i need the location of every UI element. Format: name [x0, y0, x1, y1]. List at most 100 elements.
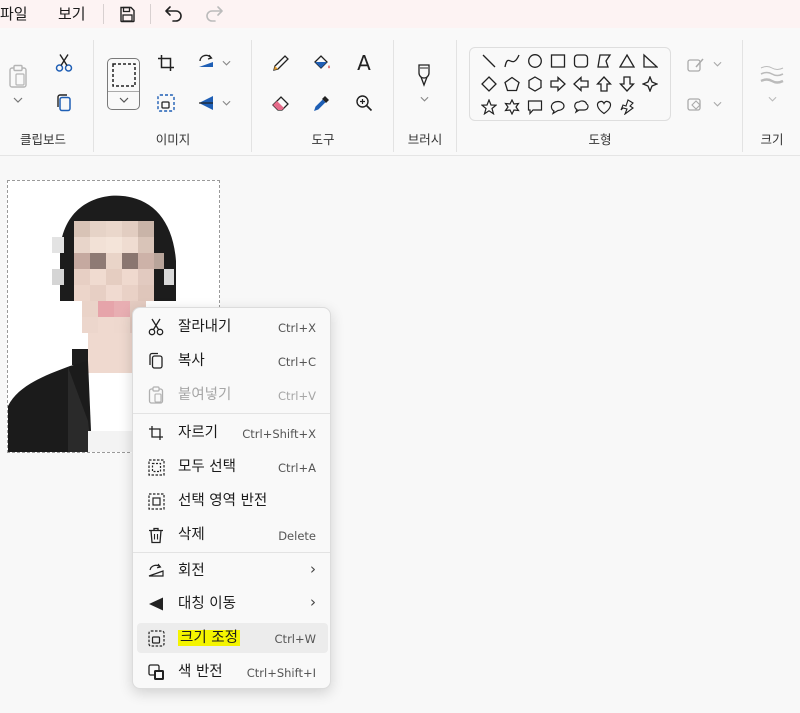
menu-item-shortcut: Ctrl+Shift+I [246, 666, 316, 680]
ribbon-separator [393, 40, 394, 152]
cloud-callout-shape-icon[interactable] [572, 98, 590, 116]
group-label-size: 크기 [760, 132, 784, 147]
lightning-shape-icon[interactable] [618, 98, 636, 116]
menu-item-cut[interactable]: 잘라내기 Ctrl+X [137, 312, 328, 342]
right-arrow-shape-icon[interactable] [549, 75, 567, 93]
chevron-down-icon[interactable] [219, 58, 233, 68]
ribbon: 클립보드 이미지 A 도구 브러시 도형 크기 [0, 28, 800, 156]
diamond-shape-icon[interactable] [480, 75, 498, 93]
crop-icon[interactable] [155, 52, 177, 74]
menu-item-label: 자르기 [178, 425, 219, 441]
menu-item-delete[interactable]: 삭제 Delete [137, 520, 328, 550]
chevron-down-icon[interactable] [710, 59, 724, 69]
pencil-icon[interactable] [270, 52, 292, 74]
scissors-icon [147, 318, 165, 336]
redo-icon[interactable] [203, 3, 225, 25]
six-point-star-shape-icon[interactable] [503, 98, 521, 116]
submenu-arrow-icon: › [310, 560, 316, 578]
triangle-shape-icon[interactable] [618, 52, 636, 70]
menu-item-crop[interactable]: 자르기 Ctrl+Shift+X [137, 418, 328, 448]
menu-file[interactable]: 파일 [0, 3, 28, 25]
chevron-down-icon[interactable] [219, 98, 233, 108]
menu-item-label: 대칭 이동 [178, 596, 236, 612]
menu-item-shortcut: Delete [278, 529, 316, 543]
menu-item-rotate[interactable]: 회전 › [137, 556, 328, 586]
magnifier-icon[interactable] [353, 92, 375, 114]
select-button[interactable] [107, 58, 140, 110]
rect-callout-shape-icon[interactable] [526, 98, 544, 116]
resize-icon [147, 629, 165, 647]
stroke-size-icon[interactable] [759, 64, 785, 86]
oval-shape-icon[interactable] [526, 52, 544, 70]
menu-item-label: 색 반전 [178, 664, 223, 680]
menu-item-label: 붙여넣기 [178, 387, 232, 403]
menu-item-flip[interactable]: 대칭 이동 › [137, 589, 328, 619]
menu-item-shortcut: Ctrl+Shift+X [242, 427, 316, 441]
heart-shape-icon[interactable] [595, 98, 613, 116]
curve-shape-icon[interactable] [503, 52, 521, 70]
crop-icon [147, 424, 165, 442]
five-point-star-shape-icon[interactable] [480, 98, 498, 116]
right-triangle-shape-icon[interactable] [641, 52, 659, 70]
outline-icon[interactable] [686, 55, 706, 75]
flip-icon [147, 595, 165, 613]
brush-icon[interactable] [413, 62, 435, 88]
paste-icon[interactable] [6, 61, 30, 91]
ribbon-separator [742, 40, 743, 152]
group-label-image: 이미지 [155, 132, 191, 147]
submenu-arrow-icon: › [310, 593, 316, 611]
context-menu: 잘라내기 Ctrl+X 복사 Ctrl+C 붙여넣기 Ctrl+V 자르기 Ct… [132, 307, 331, 689]
fill-icon[interactable] [686, 94, 706, 114]
color-picker-icon[interactable] [311, 92, 333, 114]
menu-separator [133, 413, 330, 414]
menu-item-select-all[interactable]: 모두 선택 Ctrl+A [137, 452, 328, 482]
shapes-gallery [469, 47, 671, 121]
pentagon-shape-icon[interactable] [503, 75, 521, 93]
menu-separator [103, 4, 104, 24]
down-arrow-shape-icon[interactable] [618, 75, 636, 93]
text-icon[interactable]: A [353, 51, 375, 75]
resize-icon[interactable] [155, 92, 177, 114]
menu-item-copy[interactable]: 복사 Ctrl+C [137, 346, 328, 376]
rounded-rectangle-shape-icon[interactable] [572, 52, 590, 70]
flip-icon[interactable] [195, 92, 217, 114]
oval-callout-shape-icon[interactable] [549, 98, 567, 116]
menu-separator [150, 4, 151, 24]
up-arrow-shape-icon[interactable] [595, 75, 613, 93]
chevron-down-icon[interactable] [10, 94, 26, 106]
left-arrow-shape-icon[interactable] [572, 75, 590, 93]
menu-view[interactable]: 보기 [58, 3, 86, 25]
hexagon-shape-icon[interactable] [526, 75, 544, 93]
menu-item-label: 잘라내기 [178, 319, 232, 335]
save-icon[interactable] [116, 3, 138, 25]
group-label-brush: 브러시 [407, 132, 443, 147]
cut-icon[interactable] [53, 52, 75, 74]
rectangle-shape-icon[interactable] [549, 52, 567, 70]
four-point-star-shape-icon[interactable] [641, 75, 659, 93]
invert-colors-icon [147, 663, 165, 681]
menu-item-shortcut: Ctrl+V [278, 389, 316, 403]
rotate-icon[interactable] [195, 52, 217, 74]
menu-item-invert-colors[interactable]: 색 반전 Ctrl+Shift+I [137, 657, 328, 687]
fill-bucket-icon[interactable] [311, 52, 333, 74]
menu-item-paste[interactable]: 붙여넣기 Ctrl+V [137, 380, 328, 410]
ribbon-separator [456, 40, 457, 152]
chevron-down-icon[interactable] [417, 94, 431, 104]
select-all-icon [147, 458, 165, 476]
undo-icon[interactable] [163, 3, 185, 25]
chevron-down-icon[interactable] [765, 94, 779, 104]
trash-icon [147, 526, 165, 544]
menu-item-label: 복사 [178, 353, 205, 369]
eraser-icon[interactable] [270, 92, 292, 114]
copy-icon[interactable] [53, 92, 75, 114]
menu-item-shortcut: Ctrl+X [278, 321, 316, 335]
line-shape-icon[interactable] [480, 52, 498, 70]
ribbon-separator [251, 40, 252, 152]
menu-item-invert-selection[interactable]: 선택 영역 반전 [137, 486, 328, 516]
paste-icon [147, 386, 165, 404]
highlight-mark: 크기 조정 [178, 630, 240, 646]
chevron-down-icon[interactable] [710, 99, 724, 109]
menu-item-resize[interactable]: 크기 조정 Ctrl+W [137, 623, 328, 653]
menu-item-label: 모두 선택 [178, 459, 236, 475]
polygon-shape-icon[interactable] [595, 52, 613, 70]
